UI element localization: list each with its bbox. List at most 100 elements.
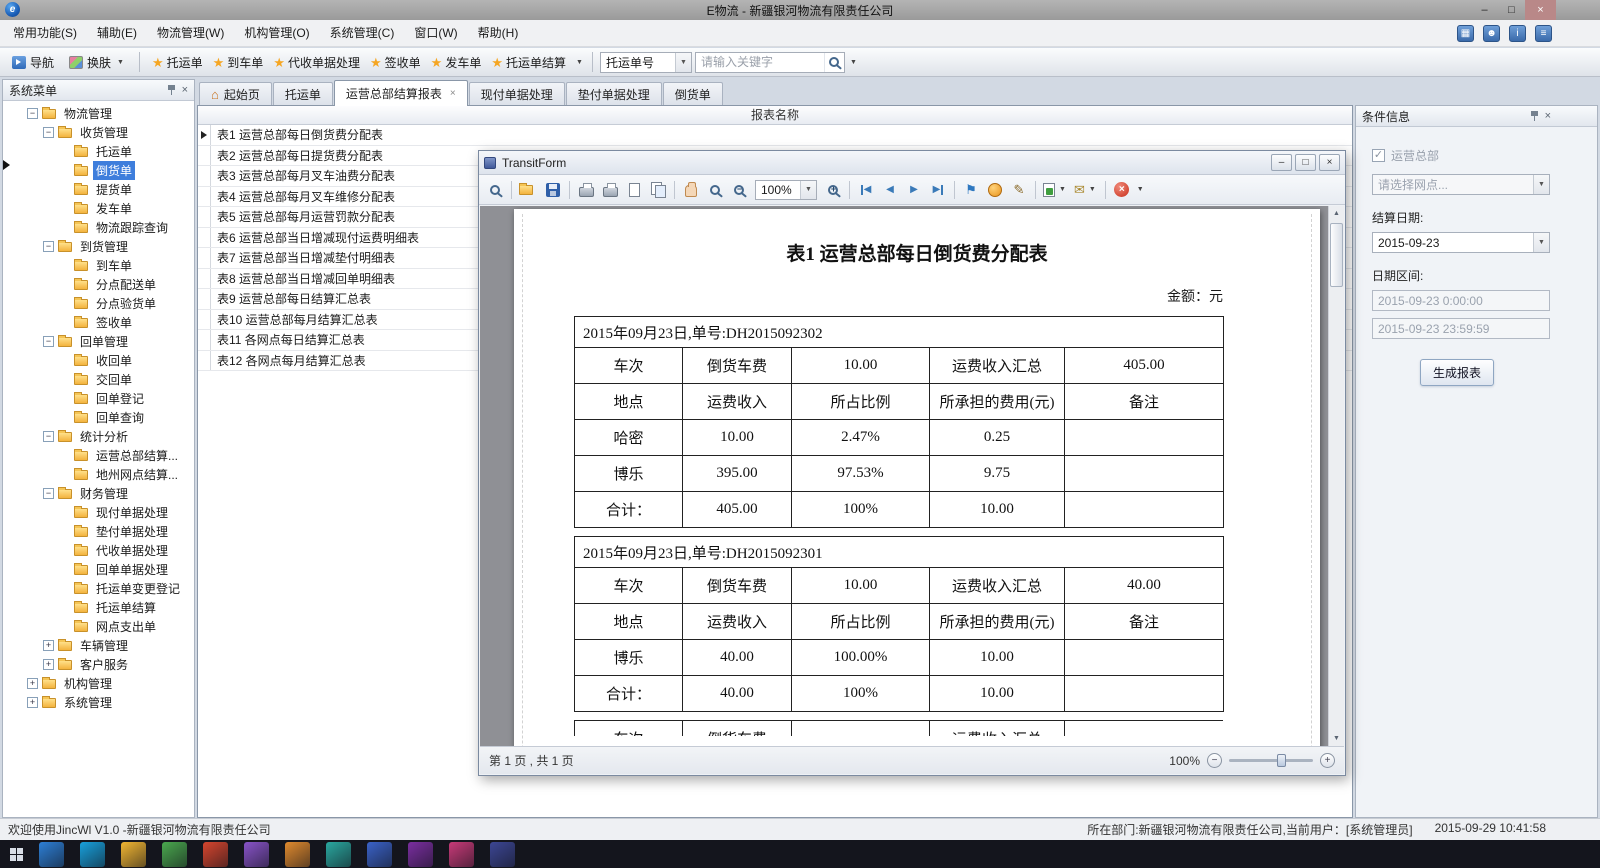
menu-item[interactable]: 物流管理(W) [147,20,234,46]
tree-item[interactable]: +系统管理 [3,693,194,712]
menu-item[interactable]: 帮助(H) [468,20,529,46]
bookmark-icon[interactable]: ⚑ [960,179,982,201]
tree-item[interactable]: 收回单 [3,351,194,370]
taskbar-app-icon[interactable] [367,842,392,867]
find-icon[interactable] [484,179,506,201]
tab-close-icon[interactable]: × [450,88,456,99]
menu-item[interactable]: 辅助(E) [87,20,147,46]
next-page-icon[interactable]: ▶ [903,179,925,201]
generate-report-button[interactable]: 生成报表 [1420,359,1494,386]
close-button[interactable]: × [1525,0,1556,20]
tree-item[interactable]: 发车单 [3,199,194,218]
expand-icon[interactable]: + [27,697,38,708]
tree-item[interactable]: 分点验货单 [3,294,194,313]
tree-item[interactable]: 倒货单 [3,161,194,180]
start-button[interactable] [10,848,23,861]
favorites-overflow-caret[interactable]: ▼ [574,59,585,66]
open-icon[interactable] [517,179,540,201]
tree-item[interactable]: 回单单据处理 [3,560,194,579]
transitform-titlebar[interactable]: TransitForm – □ × [479,151,1345,175]
minimize-button[interactable]: – [1471,0,1498,20]
search-button[interactable] [824,53,844,72]
zoom-out-button[interactable]: − [1207,753,1222,768]
tree-item[interactable]: 托运单变更登记 [3,579,194,598]
taskbar-app-icon[interactable] [490,842,515,867]
close-icon[interactable]: × [1545,111,1551,122]
scroll-thumb[interactable] [1330,223,1343,287]
tree-item[interactable]: 提货单 [3,180,194,199]
tab-运营总部结算报表[interactable]: 运营总部结算报表× [334,80,468,106]
tree-item[interactable]: 现付单据处理 [3,503,194,522]
hq-checkbox-row[interactable]: ✓ 运营总部 [1372,147,1581,164]
close-button[interactable]: × [1319,154,1340,171]
notes-icon[interactable]: ≡ [1535,25,1552,42]
scroll-down-icon[interactable]: ▼ [1329,731,1344,746]
hq-checkbox[interactable]: ✓ [1372,149,1385,162]
close-icon[interactable]: × [182,85,188,96]
taskbar-app-icon[interactable] [121,842,146,867]
tree-item[interactable]: +机构管理 [3,674,194,693]
tree-item[interactable]: 回单登记 [3,389,194,408]
expand-icon[interactable]: + [43,659,54,670]
taskbar-app-icon[interactable] [80,842,105,867]
tree-item[interactable]: 托运单结算 [3,598,194,617]
skin-button[interactable]: 换肤 ▼ [63,52,132,73]
range-end-input[interactable]: 2015-09-23 23:59:59 [1372,318,1550,339]
taskbar-app-icon[interactable] [326,842,351,867]
zoom-out-icon[interactable]: − [728,179,750,201]
menu-item[interactable]: 窗口(W) [404,20,467,46]
tree-item[interactable]: 运营总部结算... [3,446,194,465]
taskbar-app-icon[interactable] [244,842,269,867]
report-list-row[interactable]: 表1 运营总部每日倒货费分配表 [198,125,1352,146]
zoom-in-button[interactable]: + [1320,753,1335,768]
print-icon[interactable] [599,179,621,201]
tree-item[interactable]: 签收单 [3,313,194,332]
tree-item[interactable]: 托运单 [3,142,194,161]
tree-item[interactable]: −到货管理 [3,237,194,256]
tree-item[interactable]: 网点支出单 [3,617,194,636]
favorite-button[interactable]: ★代收单据处理 [268,52,365,73]
taskbar-app-icon[interactable] [408,842,433,867]
taskbar-app-icon[interactable] [203,842,228,867]
tree-item[interactable]: −物流管理 [3,104,194,123]
zoom-in-icon[interactable]: + [822,179,844,201]
collapse-icon[interactable]: − [43,336,54,347]
settle-date-combo[interactable]: 2015-09-23 ▼ [1372,232,1550,253]
favorite-button[interactable]: ★托运单 [147,52,208,73]
search-type-combo[interactable]: 托运单号 ▼ [600,52,692,73]
page-setup-icon[interactable] [623,179,645,201]
tree-item[interactable]: +客户服务 [3,655,194,674]
pin-icon[interactable] [168,85,175,96]
scale-pages-icon[interactable] [647,179,669,201]
magnifier-icon[interactable] [704,179,726,201]
tree-item[interactable]: 代收单据处理 [3,541,194,560]
info-icon[interactable]: i [1509,25,1526,42]
menu-item[interactable]: 常用功能(S) [3,20,87,46]
last-page-icon[interactable]: ▶ [927,179,949,201]
collapse-icon[interactable]: − [43,241,54,252]
taskbar-app-icon[interactable] [162,842,187,867]
zoom-level-combo[interactable]: 100%▼ [755,180,817,200]
tree-item[interactable]: 分点配送单 [3,275,194,294]
tab-现付单据处理[interactable]: 现付单据处理 [469,82,565,105]
search-input[interactable] [696,55,824,69]
collapse-icon[interactable]: − [43,431,54,442]
tree-item[interactable]: 垫付单据处理 [3,522,194,541]
tree-item[interactable]: 地州网点结算... [3,465,194,484]
favorite-button[interactable]: ★签收单 [365,52,426,73]
save-icon[interactable] [542,179,564,201]
first-page-icon[interactable]: ◀ [855,179,877,201]
scroll-up-icon[interactable]: ▲ [1329,206,1344,221]
tree-item[interactable]: 回单查询 [3,408,194,427]
menu-item[interactable]: 系统管理(C) [320,20,405,46]
maximize-button[interactable]: □ [1498,0,1525,20]
tree-item[interactable]: +车辆管理 [3,636,194,655]
taskbar-app-icon[interactable] [39,842,64,867]
tab-垫付单据处理[interactable]: 垫付单据处理 [566,82,662,105]
edit-fields-icon[interactable]: ✎ [1008,179,1030,201]
collapse-icon[interactable]: − [27,108,38,119]
hand-tool-icon[interactable] [680,179,702,201]
tree-item[interactable]: −统计分析 [3,427,194,446]
menu-item[interactable]: 机构管理(O) [234,20,319,46]
tree-item[interactable]: 物流跟踪查询 [3,218,194,237]
